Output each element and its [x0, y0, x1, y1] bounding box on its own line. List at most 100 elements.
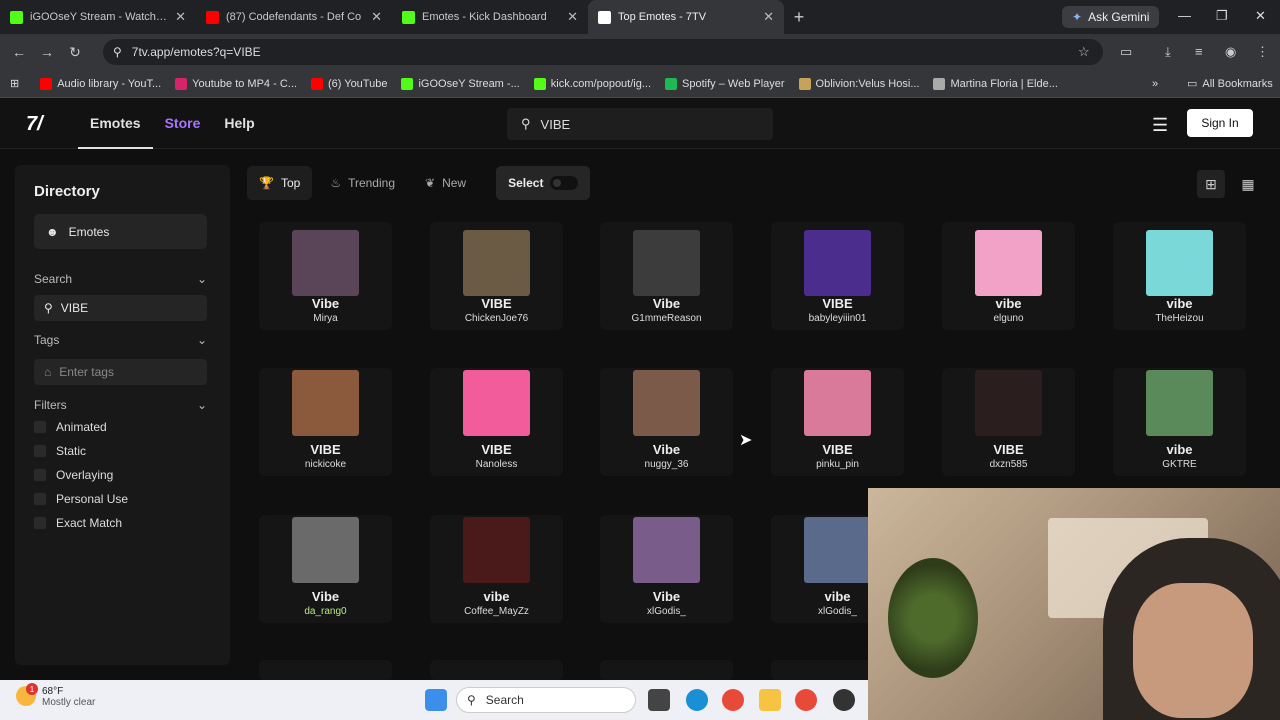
- edge-icon[interactable]: [686, 689, 708, 711]
- emote-card[interactable]: Vibe da_rang0: [259, 515, 392, 623]
- maximize-icon[interactable]: ❐: [1216, 8, 1228, 24]
- search-section-header[interactable]: Search ⌄: [34, 272, 207, 286]
- bookmark-item[interactable]: kick.com/popout/ig...: [527, 77, 658, 90]
- sign-in-button[interactable]: Sign In: [1187, 109, 1253, 137]
- emote-card[interactable]: VIBE nickicoke: [259, 368, 392, 476]
- emote-owner[interactable]: nickicoke: [259, 459, 392, 470]
- back-icon[interactable]: ←: [5, 44, 33, 60]
- reload-icon[interactable]: ↻: [61, 44, 89, 61]
- windows-start-icon[interactable]: [425, 689, 447, 711]
- select-mode-toggle[interactable]: Select: [496, 166, 591, 200]
- emote-card[interactable]: vibe elguno: [942, 222, 1075, 330]
- emote-card[interactable]: Vibe Mirya: [259, 222, 392, 330]
- emote-card[interactable]: VIBE pinku_pin: [771, 368, 904, 476]
- media-icon[interactable]: ≡: [1195, 44, 1203, 59]
- bookmark-item[interactable]: Spotify – Web Player: [658, 77, 792, 90]
- checkbox[interactable]: [34, 493, 46, 505]
- hamburger-menu-icon[interactable]: ☰: [1152, 115, 1168, 136]
- file-explorer-icon[interactable]: [759, 689, 781, 711]
- close-window-icon[interactable]: ✕: [1255, 8, 1266, 24]
- tags-section-header[interactable]: Tags ⌄: [34, 333, 207, 347]
- emote-card[interactable]: vibe GKTRE: [1113, 368, 1246, 476]
- filters-section-header[interactable]: Filters ⌄: [34, 398, 207, 412]
- emote-card[interactable]: VIBE dxzn585: [942, 368, 1075, 476]
- emote-card[interactable]: vibe TheHeizou: [1113, 222, 1246, 330]
- emote-card[interactable]: VIBE Nanoless: [430, 368, 563, 476]
- ask-gemini-button[interactable]: ✦ Ask Gemini: [1062, 6, 1160, 28]
- 7tv-logo[interactable]: 7/: [26, 113, 43, 136]
- emote-card[interactable]: Vibe nuggy_36: [600, 368, 733, 476]
- emotes-directory-button[interactable]: ☻ Emotes: [34, 214, 207, 249]
- weather-widget[interactable]: 1 68°F Mostly clear: [16, 683, 95, 708]
- profile-icon[interactable]: ◉: [1225, 44, 1236, 60]
- bookmark-star-icon[interactable]: ☆: [1078, 44, 1090, 60]
- emote-card-partial[interactable]: [430, 660, 563, 680]
- browser-tab[interactable]: iGOOseY Stream - Watch Live o ✕: [0, 0, 196, 34]
- toggle-switch[interactable]: [550, 176, 579, 190]
- table-view-icon[interactable]: ▦: [1234, 170, 1262, 198]
- emote-card[interactable]: vibe Coffee_MayZz: [430, 515, 563, 623]
- bookmark-item[interactable]: (6) YouTube: [304, 77, 395, 90]
- checkbox[interactable]: [34, 469, 46, 481]
- browser-tab[interactable]: Emotes - Kick Dashboard ✕: [392, 0, 588, 34]
- checkbox[interactable]: [34, 445, 46, 457]
- close-tab-icon[interactable]: ✕: [763, 9, 774, 25]
- filter-checkbox-row[interactable]: Static: [34, 444, 86, 458]
- filter-checkbox-row[interactable]: Exact Match: [34, 516, 122, 530]
- emote-owner[interactable]: Coffee_MayZz: [430, 606, 563, 617]
- emote-owner[interactable]: TheHeizou: [1113, 313, 1246, 324]
- checkbox[interactable]: [34, 421, 46, 433]
- bookmark-item[interactable]: Audio library - YouT...: [33, 77, 168, 90]
- emote-card-partial[interactable]: [600, 660, 733, 680]
- emote-owner[interactable]: G1mmeReason: [600, 313, 733, 324]
- close-tab-icon[interactable]: ✕: [567, 9, 578, 25]
- emote-card[interactable]: VIBE ChickenJoe76: [430, 222, 563, 330]
- chrome-icon[interactable]: [795, 689, 817, 711]
- emote-owner[interactable]: elguno: [942, 313, 1075, 324]
- task-view-icon[interactable]: [648, 689, 670, 711]
- tags-input[interactable]: ⌂ Enter tags: [34, 359, 207, 385]
- sort-new-button[interactable]: ❦ New: [413, 166, 478, 200]
- close-tab-icon[interactable]: ✕: [371, 9, 382, 25]
- nav-store[interactable]: Store: [153, 99, 213, 149]
- emote-owner[interactable]: dxzn585: [942, 459, 1075, 470]
- sidebar-search-input[interactable]: ⚲ VIBE: [34, 295, 207, 321]
- emote-owner[interactable]: da_rang0: [259, 606, 392, 617]
- forward-icon[interactable]: →: [33, 44, 61, 60]
- bookmark-item[interactable]: Oblivion:Velus Hosi...: [792, 77, 927, 90]
- emote-owner[interactable]: nuggy_36: [600, 459, 733, 470]
- kebab-menu-icon[interactable]: ⋮: [1256, 44, 1269, 60]
- checkbox[interactable]: [34, 517, 46, 529]
- obs-icon[interactable]: [833, 689, 855, 711]
- new-tab-button[interactable]: +: [784, 0, 814, 34]
- cast-icon[interactable]: ▭: [1120, 44, 1132, 60]
- emote-owner[interactable]: babyleyiiin01: [771, 313, 904, 324]
- nav-emotes[interactable]: Emotes: [78, 99, 153, 149]
- emote-owner[interactable]: xlGodis_: [600, 606, 733, 617]
- sort-trending-button[interactable]: ♨ Trending: [318, 166, 407, 200]
- site-info-icon[interactable]: ⚲: [113, 45, 122, 59]
- bookmark-item[interactable]: Youtube to MP4 - C...: [168, 77, 304, 90]
- chrome-icon[interactable]: [722, 689, 744, 711]
- emote-card-partial[interactable]: [259, 660, 392, 680]
- browser-tab[interactable]: (87) Codefendants - Def Co ✕: [196, 0, 392, 34]
- emote-card[interactable]: VIBE babyleyiiin01: [771, 222, 904, 330]
- bookmark-item[interactable]: Martina Floria | Elde...: [926, 77, 1064, 90]
- site-search-input[interactable]: ⚲ VIBE: [507, 108, 773, 140]
- filter-checkbox-row[interactable]: Personal Use: [34, 492, 128, 506]
- emote-owner[interactable]: Nanoless: [430, 459, 563, 470]
- more-bookmarks-icon[interactable]: »: [1145, 78, 1165, 90]
- download-icon[interactable]: ⤓: [1165, 44, 1171, 60]
- filter-checkbox-row[interactable]: Animated: [34, 420, 107, 434]
- emote-card[interactable]: Vibe xlGodis_: [600, 515, 733, 623]
- taskbar-search[interactable]: ⚲ Search: [456, 687, 636, 713]
- nav-help[interactable]: Help: [212, 99, 266, 149]
- minimize-icon[interactable]: —: [1178, 8, 1191, 23]
- sort-top-button[interactable]: 🏆 Top: [247, 166, 313, 200]
- address-bar[interactable]: ⚲ 7tv.app/emotes?q=VIBE: [103, 39, 1103, 65]
- emote-owner[interactable]: ChickenJoe76: [430, 313, 563, 324]
- emote-owner[interactable]: GKTRE: [1113, 459, 1246, 470]
- bookmark-item[interactable]: iGOOseY Stream -...: [394, 77, 526, 90]
- emote-owner[interactable]: Mirya: [259, 313, 392, 324]
- browser-tab[interactable]: Top Emotes - 7TV ✕: [588, 0, 784, 34]
